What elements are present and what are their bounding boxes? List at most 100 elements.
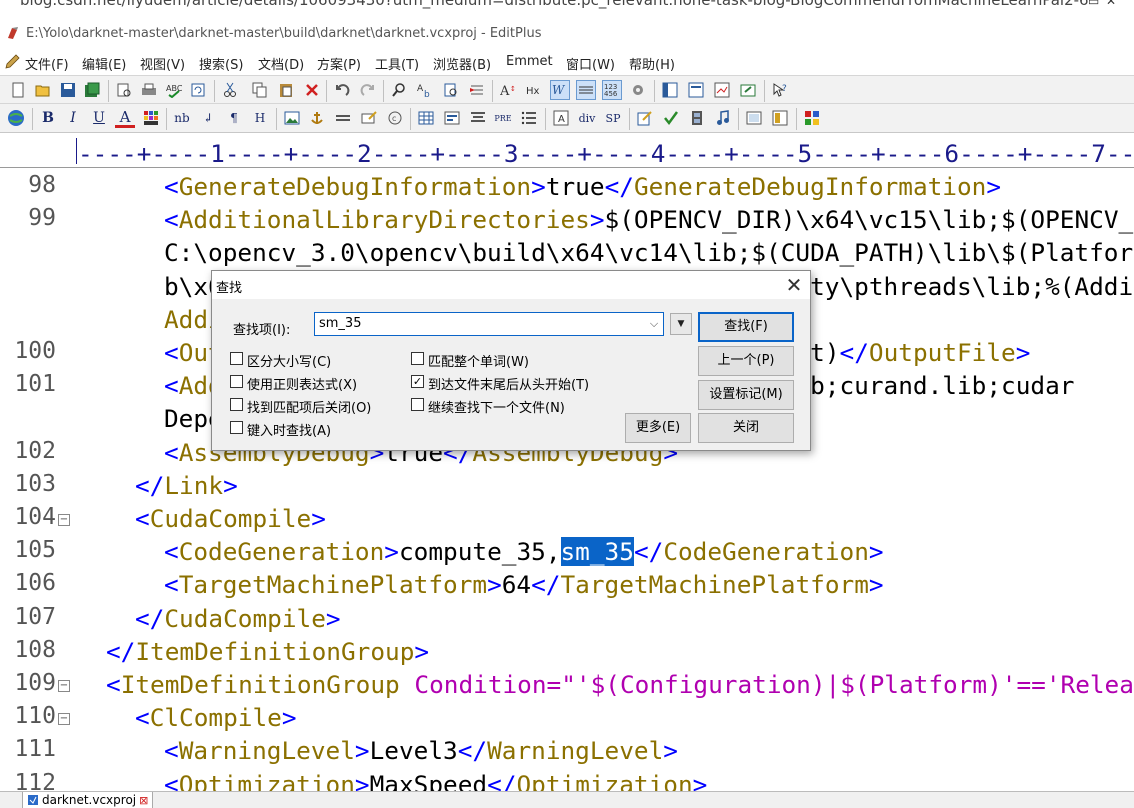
find-in-files-icon[interactable] <box>441 80 461 100</box>
code-line[interactable]: </ItemDefinitionGroup> <box>106 637 429 666</box>
ruler-toggle-icon[interactable] <box>576 80 596 100</box>
code-line[interactable]: C:\opencv_3.0\opencv\build\x64\vc14\lib;… <box>164 238 1133 267</box>
color-palette-icon[interactable] <box>141 108 161 128</box>
edit-style-icon[interactable] <box>635 108 655 128</box>
settings-gear-icon[interactable] <box>628 80 648 100</box>
dialog-close-icon[interactable]: ✕ <box>779 272 809 298</box>
toolbar-options-icon[interactable] <box>802 108 822 128</box>
code-line[interactable]: <CudaCompile> <box>135 504 326 533</box>
output-window-icon[interactable] <box>712 80 732 100</box>
copyright-icon[interactable]: c <box>385 108 405 128</box>
print-preview-icon[interactable] <box>114 80 134 100</box>
new-file-icon[interactable] <box>8 80 28 100</box>
image-icon[interactable] <box>282 108 302 128</box>
match-case-checkbox[interactable] <box>230 352 243 365</box>
copy-icon[interactable] <box>250 80 270 100</box>
code-line[interactable]: <TargetMachinePlatform>64</TargetMachine… <box>164 570 884 599</box>
whole-word-label[interactable]: 匹配整个单词(W) <box>428 351 529 370</box>
cliptext-window-icon[interactable] <box>686 80 706 100</box>
replace-icon[interactable]: Ab <box>415 80 435 100</box>
font-size-icon[interactable]: A ↕ <box>498 80 518 100</box>
save-all-icon[interactable] <box>82 80 102 100</box>
pre-button[interactable]: PRE <box>493 108 513 128</box>
paste-icon[interactable] <box>276 80 296 100</box>
goto-line-icon[interactable] <box>467 80 487 100</box>
fold-toggle-icon[interactable]: − <box>58 680 70 692</box>
print-icon[interactable] <box>139 80 159 100</box>
close-on-match-checkbox[interactable] <box>230 398 243 411</box>
menu-emmet[interactable]: Emmet <box>506 54 553 69</box>
nobreak-button[interactable]: nb <box>172 108 192 128</box>
menu-document[interactable]: 文档(D) <box>258 54 304 73</box>
code-line[interactable]: <ClCompile> <box>135 703 297 732</box>
spellcheck-icon[interactable]: ABC <box>164 80 184 100</box>
menu-project[interactable]: 方案(P) <box>317 54 361 73</box>
span-button[interactable]: SP <box>603 108 623 128</box>
code-line[interactable]: <AdditionalLibraryDirectories>$(OPENCV_D… <box>164 205 1133 234</box>
table-icon[interactable] <box>416 108 436 128</box>
tag-editor-icon[interactable]: A <box>551 108 571 128</box>
word-wrap-icon[interactable]: W <box>550 80 570 100</box>
heading-button[interactable]: H <box>250 108 270 128</box>
more-button[interactable]: 更多(E) <box>625 413 691 443</box>
line-numbers-icon[interactable]: 123 456 <box>602 80 622 100</box>
redo-icon[interactable] <box>358 80 378 100</box>
underline-button[interactable]: U <box>89 108 109 128</box>
whole-word-checkbox[interactable] <box>411 352 424 365</box>
open-folder-icon[interactable] <box>33 80 53 100</box>
cut-icon[interactable] <box>220 80 240 100</box>
set-mark-button[interactable]: 设置标记(M) <box>698 380 794 410</box>
continue-next-file-checkbox[interactable] <box>411 398 424 411</box>
div-block-icon[interactable] <box>770 108 790 128</box>
code-line[interactable]: </CudaCompile> <box>135 604 341 633</box>
menu-window[interactable]: 窗口(W) <box>566 54 615 73</box>
list-icon[interactable] <box>519 108 539 128</box>
tab-close-icon[interactable]: ⊠ <box>139 794 148 807</box>
find-as-you-type-checkbox[interactable] <box>230 421 243 434</box>
browser-preview-globe-icon[interactable] <box>6 108 26 128</box>
code-line[interactable]: <ItemDefinitionGroup Condition="'$(Confi… <box>106 670 1134 699</box>
close-button[interactable]: 关闭 <box>698 413 794 443</box>
menu-tools[interactable]: 工具(T) <box>375 54 419 73</box>
code-line[interactable]: </Link> <box>135 471 238 500</box>
hex-view-icon[interactable]: Hx <box>524 80 544 100</box>
menu-edit[interactable]: 编辑(E) <box>82 54 126 73</box>
validate-check-icon[interactable] <box>661 108 681 128</box>
menu-search[interactable]: 搜索(S) <box>199 54 243 73</box>
code-editor[interactable]: 98 <GenerateDebugInformation>true</Genera… <box>0 169 1134 791</box>
continue-next-file-label[interactable]: 继续查找下一个文件(N) <box>428 397 565 416</box>
comment-icon[interactable] <box>359 108 379 128</box>
find-what-combobox[interactable]: sm_35 ⌵ <box>314 312 664 336</box>
menu-file[interactable]: 文件(F) <box>25 54 69 73</box>
code-line[interactable]: <Optimization>MaxSpeed</Optimization> <box>164 770 707 791</box>
code-line[interactable]: <WarningLevel>Level3</WarningLevel> <box>164 736 678 765</box>
frame-icon[interactable] <box>744 108 764 128</box>
regex-checkbox[interactable] <box>230 375 243 388</box>
document-tab[interactable]: darknet.vcxproj ⊠ <box>22 792 154 808</box>
refresh-icon[interactable] <box>188 80 208 100</box>
directory-window-icon[interactable] <box>660 80 680 100</box>
save-icon[interactable] <box>58 80 78 100</box>
fold-toggle-icon[interactable]: − <box>58 514 70 526</box>
fullscreen-icon[interactable] <box>738 80 758 100</box>
find-as-you-type-label[interactable]: 键入时查找(A) <box>247 420 331 439</box>
align-center-icon[interactable] <box>468 108 488 128</box>
font-color-button[interactable]: A <box>115 108 135 128</box>
find-next-button[interactable]: 查找(F) <box>698 312 794 342</box>
menu-browser[interactable]: 浏览器(B) <box>433 54 491 73</box>
div-button[interactable]: div <box>577 108 597 128</box>
bold-button[interactable]: B <box>38 108 58 128</box>
match-case-label[interactable]: 区分大小写(C) <box>247 351 331 370</box>
line-break-button[interactable]: ↲ <box>198 108 218 128</box>
context-help-icon[interactable]: ? <box>770 80 790 100</box>
find-history-button[interactable]: ▼ <box>670 313 692 335</box>
close-on-match-label[interactable]: 找到匹配项后关闭(O) <box>247 397 371 416</box>
menu-help[interactable]: 帮助(H) <box>629 54 675 73</box>
wrap-around-checkbox[interactable]: ✓ <box>411 375 424 388</box>
code-line[interactable]: <CodeGeneration>compute_35,sm_35</CodeGe… <box>164 537 884 567</box>
paragraph-button[interactable]: ¶ <box>224 108 244 128</box>
wrap-around-label[interactable]: 到达文件末尾后从头开始(T) <box>428 374 589 393</box>
menu-view[interactable]: 视图(V) <box>140 54 185 73</box>
chevron-down-icon[interactable]: ⌵ <box>645 313 663 335</box>
undo-icon[interactable] <box>332 80 352 100</box>
